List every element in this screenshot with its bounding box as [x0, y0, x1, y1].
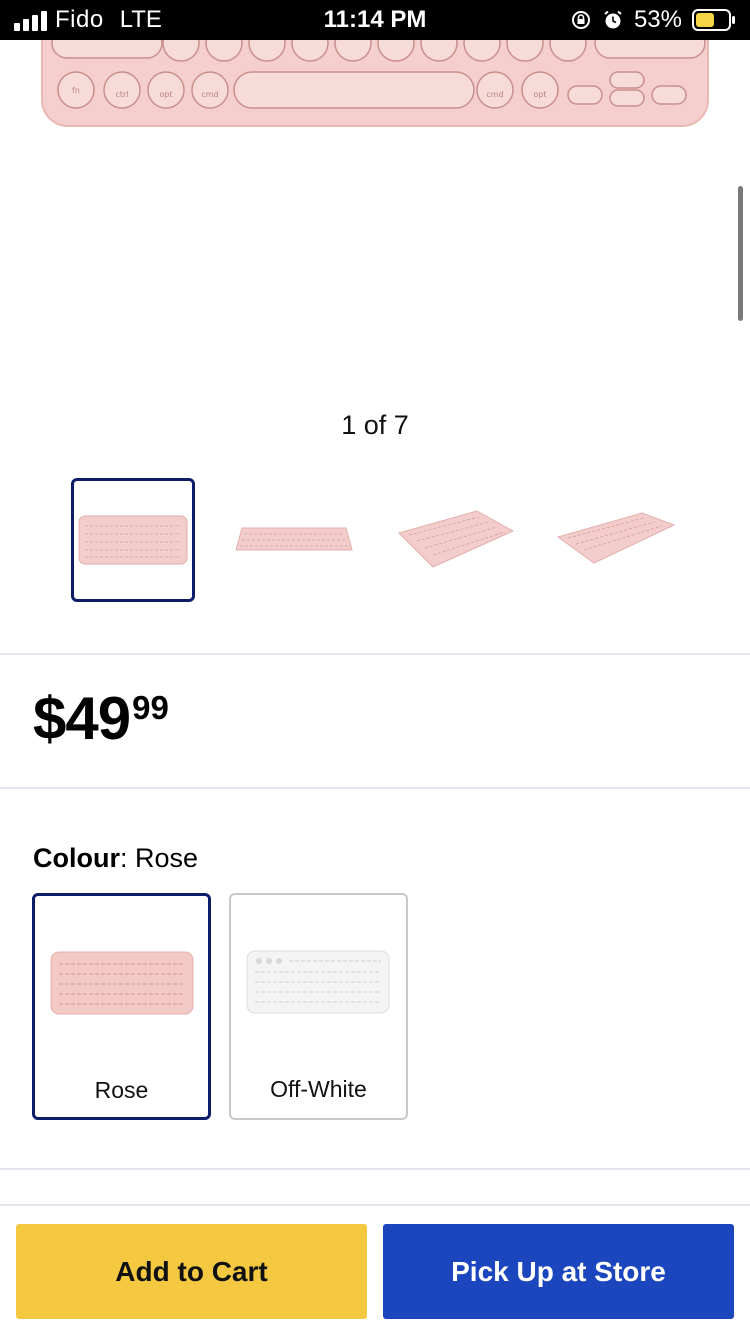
- price-cents: 99: [132, 689, 169, 726]
- svg-text:cmd: cmd: [201, 90, 218, 99]
- svg-text:opt: opt: [159, 90, 172, 99]
- divider: [0, 1168, 750, 1170]
- divider: [0, 653, 750, 655]
- colour-option-label: Off-White: [270, 1076, 367, 1102]
- colour-option-off-white[interactable]: Off-White: [229, 893, 408, 1120]
- status-bar: Fido LTE 11:14 PM 53%: [0, 0, 750, 40]
- colour-option-rose[interactable]: Rose: [32, 893, 211, 1120]
- svg-text:opt: opt: [533, 90, 546, 99]
- keyboard-thumbnail-image: [78, 515, 188, 565]
- battery-icon: [692, 9, 735, 31]
- keyboard-thumbnail-image: [398, 510, 515, 568]
- divider: [0, 787, 750, 789]
- keyboard-thumbnail-image: [235, 527, 353, 551]
- scrollbar[interactable]: [738, 186, 743, 321]
- action-bar: Add to Cart Pick Up at Store: [0, 1204, 750, 1334]
- price-dollars: $49: [33, 685, 131, 752]
- gallery-thumbnail-4[interactable]: [554, 478, 678, 602]
- gallery-thumbnail-2[interactable]: [232, 478, 356, 602]
- gallery-thumbnail-1[interactable]: [71, 478, 195, 602]
- add-to-cart-button[interactable]: Add to Cart: [16, 1224, 367, 1319]
- keyboard-thumbnail-image: [556, 512, 676, 564]
- rose-keyboard-image: [50, 951, 194, 1015]
- colour-label: Colour: [33, 843, 120, 873]
- colour-value: Rose: [135, 843, 199, 873]
- colour-option-label: Rose: [94, 1077, 149, 1103]
- svg-text:cmd: cmd: [486, 90, 503, 99]
- svg-text:ctrl: ctrl: [115, 90, 128, 99]
- gallery-counter: 1 of 7: [341, 410, 409, 440]
- off-white-keyboard-image: [246, 950, 390, 1014]
- alarm-icon: [604, 10, 622, 29]
- price: $49 99: [33, 684, 169, 754]
- battery-percent: 53%: [633, 6, 682, 33]
- gallery-thumbnail-3[interactable]: [393, 478, 517, 602]
- orientation-lock-icon: [571, 11, 590, 29]
- pick-up-at-store-button[interactable]: Pick Up at Store: [383, 1224, 734, 1319]
- svg-text:fn: fn: [72, 86, 80, 95]
- colour-heading: Colour: Rose: [33, 843, 199, 873]
